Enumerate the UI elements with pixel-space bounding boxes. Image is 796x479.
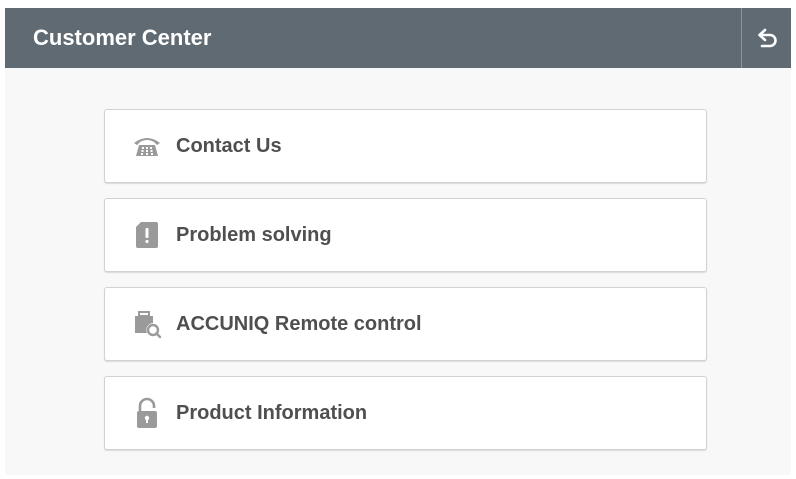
remote-support-icon — [132, 309, 162, 339]
remote-control-button[interactable]: ACCUNIQ Remote control — [104, 287, 707, 361]
page-title: Customer Center — [33, 25, 212, 50]
product-information-label: Product Information — [176, 402, 368, 424]
alert-card-icon — [132, 220, 162, 250]
product-information-button[interactable]: Product Information — [104, 376, 707, 450]
contact-us-label: Contact Us — [176, 135, 282, 157]
lock-icon — [132, 397, 162, 428]
header-bar: Customer Center — [5, 8, 791, 68]
menu-list: Contact Us Problem solving ACCUNIQ Remot… — [104, 109, 707, 465]
back-button[interactable] — [741, 8, 791, 68]
contact-us-button[interactable]: Contact Us — [104, 109, 707, 183]
problem-solving-button[interactable]: Problem solving — [104, 198, 707, 272]
telephone-icon — [132, 131, 162, 161]
back-arrow-icon — [757, 28, 777, 48]
customer-center-screen: Customer Center Contact Us Problem solvi… — [5, 8, 791, 475]
problem-solving-label: Problem solving — [176, 224, 332, 246]
remote-control-label: ACCUNIQ Remote control — [176, 313, 422, 335]
